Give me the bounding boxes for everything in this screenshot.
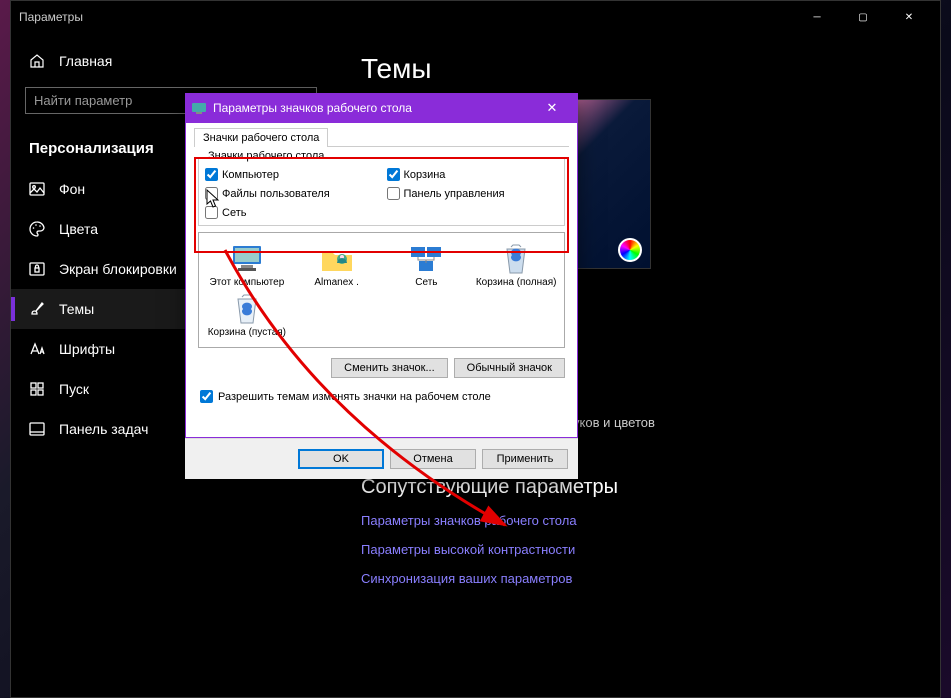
computer-icon: [229, 241, 265, 277]
lock-screen-icon: [29, 261, 45, 277]
picture-icon: [29, 181, 45, 197]
window-title: Параметры: [19, 10, 83, 24]
allow-themes-label: Разрешить темам изменять значки на рабоч…: [218, 391, 491, 403]
icon-this-pc[interactable]: Этот компьютер: [203, 241, 291, 289]
recycle-empty-icon: [229, 291, 265, 327]
default-icon-button[interactable]: Обычный значок: [454, 358, 565, 378]
checkbox-recycle-bin[interactable]: Корзина: [387, 168, 559, 181]
sidebar-item-label: Панель задач: [59, 421, 148, 437]
desktop-icons-dialog: Параметры значков рабочего стола ✕ Значк…: [185, 93, 578, 479]
sidebar-item-label: Цвета: [59, 221, 98, 237]
groupbox-title: Значки рабочего стола: [205, 150, 327, 162]
font-icon: [29, 341, 45, 357]
dialog-icon: [191, 100, 207, 116]
checkbox-network[interactable]: Сеть: [205, 206, 377, 219]
close-button[interactable]: ✕: [886, 1, 932, 33]
icons-groupbox: Значки рабочего стола Компьютер Корзина …: [198, 157, 565, 226]
apply-button[interactable]: Применить: [482, 449, 568, 469]
user-folder-icon: [319, 241, 355, 277]
dialog-title: Параметры значков рабочего стола: [213, 101, 412, 115]
allow-themes-checkbox[interactable]: [200, 390, 213, 403]
recycle-full-icon: [498, 241, 534, 277]
minimize-button[interactable]: ─: [794, 1, 840, 33]
checkbox-control-panel[interactable]: Панель управления: [387, 187, 559, 200]
sidebar-item-label: Темы: [59, 301, 94, 317]
taskbar-icon: [29, 421, 45, 437]
page-title: Темы: [361, 53, 910, 85]
home-link[interactable]: Главная: [11, 43, 331, 79]
sidebar-item-label: Экран блокировки: [59, 261, 177, 277]
link-desktop-icons[interactable]: Параметры значков рабочего стола: [361, 513, 910, 528]
palette-icon: [29, 221, 45, 237]
dialog-close-button[interactable]: ✕: [532, 96, 572, 120]
titlebar: Параметры ─ ▢ ✕: [11, 1, 940, 33]
start-icon: [29, 381, 45, 397]
maximize-button[interactable]: ▢: [840, 1, 886, 33]
home-icon: [29, 53, 45, 69]
icon-recycle-full[interactable]: Корзина (полная): [472, 241, 560, 289]
related-heading: Сопутствующие параметры: [361, 476, 910, 499]
link-sync-settings[interactable]: Синхронизация ваших параметров: [361, 571, 910, 586]
tab-strip: Значки рабочего стола: [194, 127, 569, 147]
dialog-footer: OK Отмена Применить: [185, 438, 578, 479]
icon-user-folder[interactable]: Almanex .: [293, 241, 381, 289]
icon-preview-panel[interactable]: Этот компьютер Almanex . Сеть Корзина (п…: [198, 232, 565, 348]
sidebar-item-label: Пуск: [59, 381, 89, 397]
change-icon-button[interactable]: Сменить значок...: [331, 358, 448, 378]
icon-network[interactable]: Сеть: [383, 241, 471, 289]
checkbox-user-files[interactable]: Файлы пользователя: [205, 187, 377, 200]
sidebar-item-label: Шрифты: [59, 341, 115, 357]
tab-desktop-icons[interactable]: Значки рабочего стола: [194, 128, 328, 147]
home-label: Главная: [59, 53, 112, 69]
network-icon: [408, 241, 444, 277]
cancel-button[interactable]: Отмена: [390, 449, 476, 469]
brush-icon: [29, 301, 45, 317]
link-high-contrast[interactable]: Параметры высокой контрастности: [361, 542, 910, 557]
dialog-titlebar[interactable]: Параметры значков рабочего стола ✕: [185, 93, 578, 123]
checkbox-computer[interactable]: Компьютер: [205, 168, 377, 181]
window-controls: ─ ▢ ✕: [794, 1, 932, 33]
sidebar-item-label: Фон: [59, 181, 85, 197]
ok-button[interactable]: OK: [298, 449, 384, 469]
icon-recycle-empty[interactable]: Корзина (пустая): [203, 291, 291, 339]
